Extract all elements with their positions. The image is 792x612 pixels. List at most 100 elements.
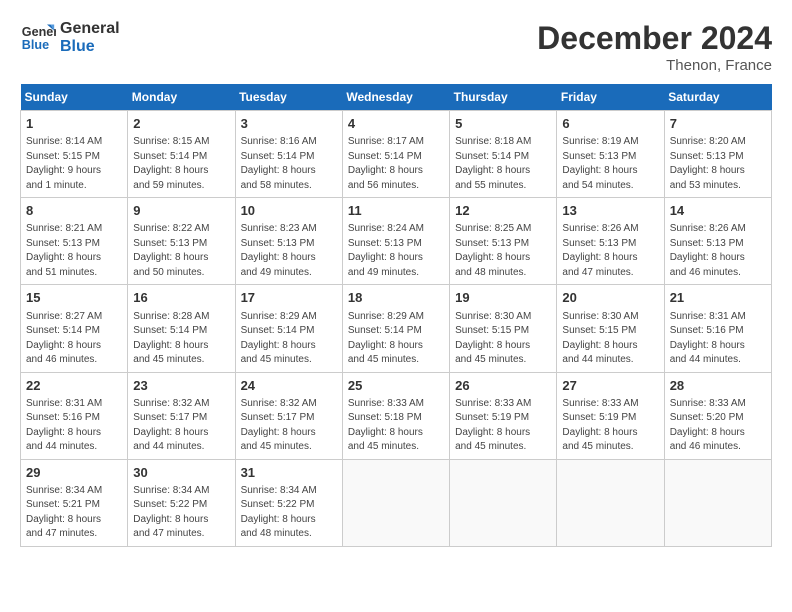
day-number: 22	[26, 377, 122, 395]
calendar-week-1: 1Sunrise: 8:14 AM Sunset: 5:15 PM Daylig…	[21, 111, 772, 198]
calendar-header-row: SundayMondayTuesdayWednesdayThursdayFrid…	[21, 84, 772, 111]
day-number: 17	[241, 289, 337, 307]
calendar-cell: 18 Sunrise: 8:29 AM Sunset: 5:14 PM Dayli…	[342, 285, 449, 372]
calendar-week-2: 8 Sunrise: 8:21 AM Sunset: 5:13 PM Daylig…	[21, 198, 772, 285]
day-number: 16	[133, 289, 229, 307]
day-number: 24	[241, 377, 337, 395]
calendar-cell	[664, 459, 771, 546]
calendar-cell: 5 Sunrise: 8:18 AM Sunset: 5:14 PM Daylig…	[450, 111, 557, 198]
calendar-cell: 31 Sunrise: 8:34 AM Sunset: 5:22 PM Dayli…	[235, 459, 342, 546]
col-header-saturday: Saturday	[664, 84, 771, 111]
calendar-cell: 21 Sunrise: 8:31 AM Sunset: 5:16 PM Dayli…	[664, 285, 771, 372]
day-number: 31	[241, 464, 337, 482]
col-header-thursday: Thursday	[450, 84, 557, 111]
day-info: Sunrise: 8:16 AM Sunset: 5:14 PM Dayligh…	[241, 135, 337, 193]
day-info: Sunrise: 8:14 AM Sunset: 5:15 PM Dayligh…	[26, 135, 122, 193]
day-info: Sunrise: 8:29 AM Sunset: 5:14 PM Dayligh…	[241, 310, 337, 368]
day-number: 6	[562, 115, 658, 133]
calendar-cell: 11 Sunrise: 8:24 AM Sunset: 5:13 PM Dayli…	[342, 198, 449, 285]
calendar-cell: 4 Sunrise: 8:17 AM Sunset: 5:14 PM Daylig…	[342, 111, 449, 198]
calendar-cell: 16 Sunrise: 8:28 AM Sunset: 5:14 PM Dayli…	[128, 285, 235, 372]
day-number: 3	[241, 115, 337, 133]
calendar-cell: 9 Sunrise: 8:22 AM Sunset: 5:13 PM Daylig…	[128, 198, 235, 285]
day-info: Sunrise: 8:33 AM Sunset: 5:20 PM Dayligh…	[670, 397, 766, 455]
day-number: 2	[133, 115, 229, 133]
calendar-week-4: 22 Sunrise: 8:31 AM Sunset: 5:16 PM Dayli…	[21, 372, 772, 459]
day-number: 12	[455, 202, 551, 220]
day-info: Sunrise: 8:32 AM Sunset: 5:17 PM Dayligh…	[133, 397, 229, 455]
day-info: Sunrise: 8:20 AM Sunset: 5:13 PM Dayligh…	[670, 135, 766, 193]
title-area: December 2024 Thenon, France	[537, 20, 772, 74]
calendar-cell: 30Sunrise: 8:34 AM Sunset: 5:22 PM Dayli…	[128, 459, 235, 546]
day-info: Sunrise: 8:26 AM Sunset: 5:13 PM Dayligh…	[670, 222, 766, 280]
page-header: General Blue General Blue December 2024 …	[20, 20, 772, 74]
day-number: 13	[562, 202, 658, 220]
day-info: Sunrise: 8:31 AM Sunset: 5:16 PM Dayligh…	[670, 310, 766, 368]
calendar-cell: 29Sunrise: 8:34 AM Sunset: 5:21 PM Dayli…	[21, 459, 128, 546]
col-header-monday: Monday	[128, 84, 235, 111]
day-number: 8	[26, 202, 122, 220]
calendar-cell: 6Sunrise: 8:19 AM Sunset: 5:13 PM Daylig…	[557, 111, 664, 198]
calendar-cell: 14 Sunrise: 8:26 AM Sunset: 5:13 PM Dayli…	[664, 198, 771, 285]
logo-general: General	[60, 20, 120, 37]
calendar-cell: 20Sunrise: 8:30 AM Sunset: 5:15 PM Dayli…	[557, 285, 664, 372]
col-header-friday: Friday	[557, 84, 664, 111]
day-info: Sunrise: 8:17 AM Sunset: 5:14 PM Dayligh…	[348, 135, 444, 193]
day-number: 26	[455, 377, 551, 395]
svg-text:Blue: Blue	[22, 38, 49, 52]
day-number: 27	[562, 377, 658, 395]
day-info: Sunrise: 8:28 AM Sunset: 5:14 PM Dayligh…	[133, 310, 229, 368]
calendar-week-3: 15Sunrise: 8:27 AM Sunset: 5:14 PM Dayli…	[21, 285, 772, 372]
day-number: 30	[133, 464, 229, 482]
calendar-cell: 24 Sunrise: 8:32 AM Sunset: 5:17 PM Dayli…	[235, 372, 342, 459]
calendar-cell: 8 Sunrise: 8:21 AM Sunset: 5:13 PM Daylig…	[21, 198, 128, 285]
day-info: Sunrise: 8:18 AM Sunset: 5:14 PM Dayligh…	[455, 135, 551, 193]
calendar-cell: 12 Sunrise: 8:25 AM Sunset: 5:13 PM Dayli…	[450, 198, 557, 285]
day-number: 4	[348, 115, 444, 133]
day-info: Sunrise: 8:31 AM Sunset: 5:16 PM Dayligh…	[26, 397, 122, 455]
day-info: Sunrise: 8:15 AM Sunset: 5:14 PM Dayligh…	[133, 135, 229, 193]
day-info: Sunrise: 8:34 AM Sunset: 5:22 PM Dayligh…	[241, 484, 337, 542]
day-number: 29	[26, 464, 122, 482]
day-info: Sunrise: 8:23 AM Sunset: 5:13 PM Dayligh…	[241, 222, 337, 280]
day-number: 5	[455, 115, 551, 133]
calendar-cell: 7Sunrise: 8:20 AM Sunset: 5:13 PM Daylig…	[664, 111, 771, 198]
calendar-cell: 27 Sunrise: 8:33 AM Sunset: 5:19 PM Dayli…	[557, 372, 664, 459]
calendar-cell	[450, 459, 557, 546]
day-info: Sunrise: 8:30 AM Sunset: 5:15 PM Dayligh…	[562, 310, 658, 368]
day-number: 21	[670, 289, 766, 307]
day-info: Sunrise: 8:21 AM Sunset: 5:13 PM Dayligh…	[26, 222, 122, 280]
day-info: Sunrise: 8:26 AM Sunset: 5:13 PM Dayligh…	[562, 222, 658, 280]
calendar-cell: 22 Sunrise: 8:31 AM Sunset: 5:16 PM Dayli…	[21, 372, 128, 459]
day-number: 11	[348, 202, 444, 220]
logo-blue: Blue	[60, 38, 120, 56]
calendar-cell: 28 Sunrise: 8:33 AM Sunset: 5:20 PM Dayli…	[664, 372, 771, 459]
day-number: 10	[241, 202, 337, 220]
day-number: 9	[133, 202, 229, 220]
calendar-table: SundayMondayTuesdayWednesdayThursdayFrid…	[20, 84, 772, 547]
calendar-cell: 15Sunrise: 8:27 AM Sunset: 5:14 PM Dayli…	[21, 285, 128, 372]
calendar-cell: 23 Sunrise: 8:32 AM Sunset: 5:17 PM Dayli…	[128, 372, 235, 459]
calendar-cell: 19Sunrise: 8:30 AM Sunset: 5:15 PM Dayli…	[450, 285, 557, 372]
month-title: December 2024	[537, 20, 772, 57]
logo: General Blue General Blue	[20, 20, 120, 56]
day-info: Sunrise: 8:25 AM Sunset: 5:13 PM Dayligh…	[455, 222, 551, 280]
calendar-cell: 1Sunrise: 8:14 AM Sunset: 5:15 PM Daylig…	[21, 111, 128, 198]
day-info: Sunrise: 8:33 AM Sunset: 5:18 PM Dayligh…	[348, 397, 444, 455]
calendar-week-5: 29Sunrise: 8:34 AM Sunset: 5:21 PM Dayli…	[21, 459, 772, 546]
calendar-cell	[342, 459, 449, 546]
day-number: 28	[670, 377, 766, 395]
day-number: 23	[133, 377, 229, 395]
day-info: Sunrise: 8:24 AM Sunset: 5:13 PM Dayligh…	[348, 222, 444, 280]
day-info: Sunrise: 8:29 AM Sunset: 5:14 PM Dayligh…	[348, 310, 444, 368]
day-info: Sunrise: 8:22 AM Sunset: 5:13 PM Dayligh…	[133, 222, 229, 280]
day-info: Sunrise: 8:27 AM Sunset: 5:14 PM Dayligh…	[26, 310, 122, 368]
col-header-sunday: Sunday	[21, 84, 128, 111]
day-number: 18	[348, 289, 444, 307]
day-info: Sunrise: 8:33 AM Sunset: 5:19 PM Dayligh…	[562, 397, 658, 455]
day-info: Sunrise: 8:32 AM Sunset: 5:17 PM Dayligh…	[241, 397, 337, 455]
day-number: 14	[670, 202, 766, 220]
calendar-cell: 10 Sunrise: 8:23 AM Sunset: 5:13 PM Dayli…	[235, 198, 342, 285]
calendar-cell: 3 Sunrise: 8:16 AM Sunset: 5:14 PM Daylig…	[235, 111, 342, 198]
calendar-cell	[557, 459, 664, 546]
